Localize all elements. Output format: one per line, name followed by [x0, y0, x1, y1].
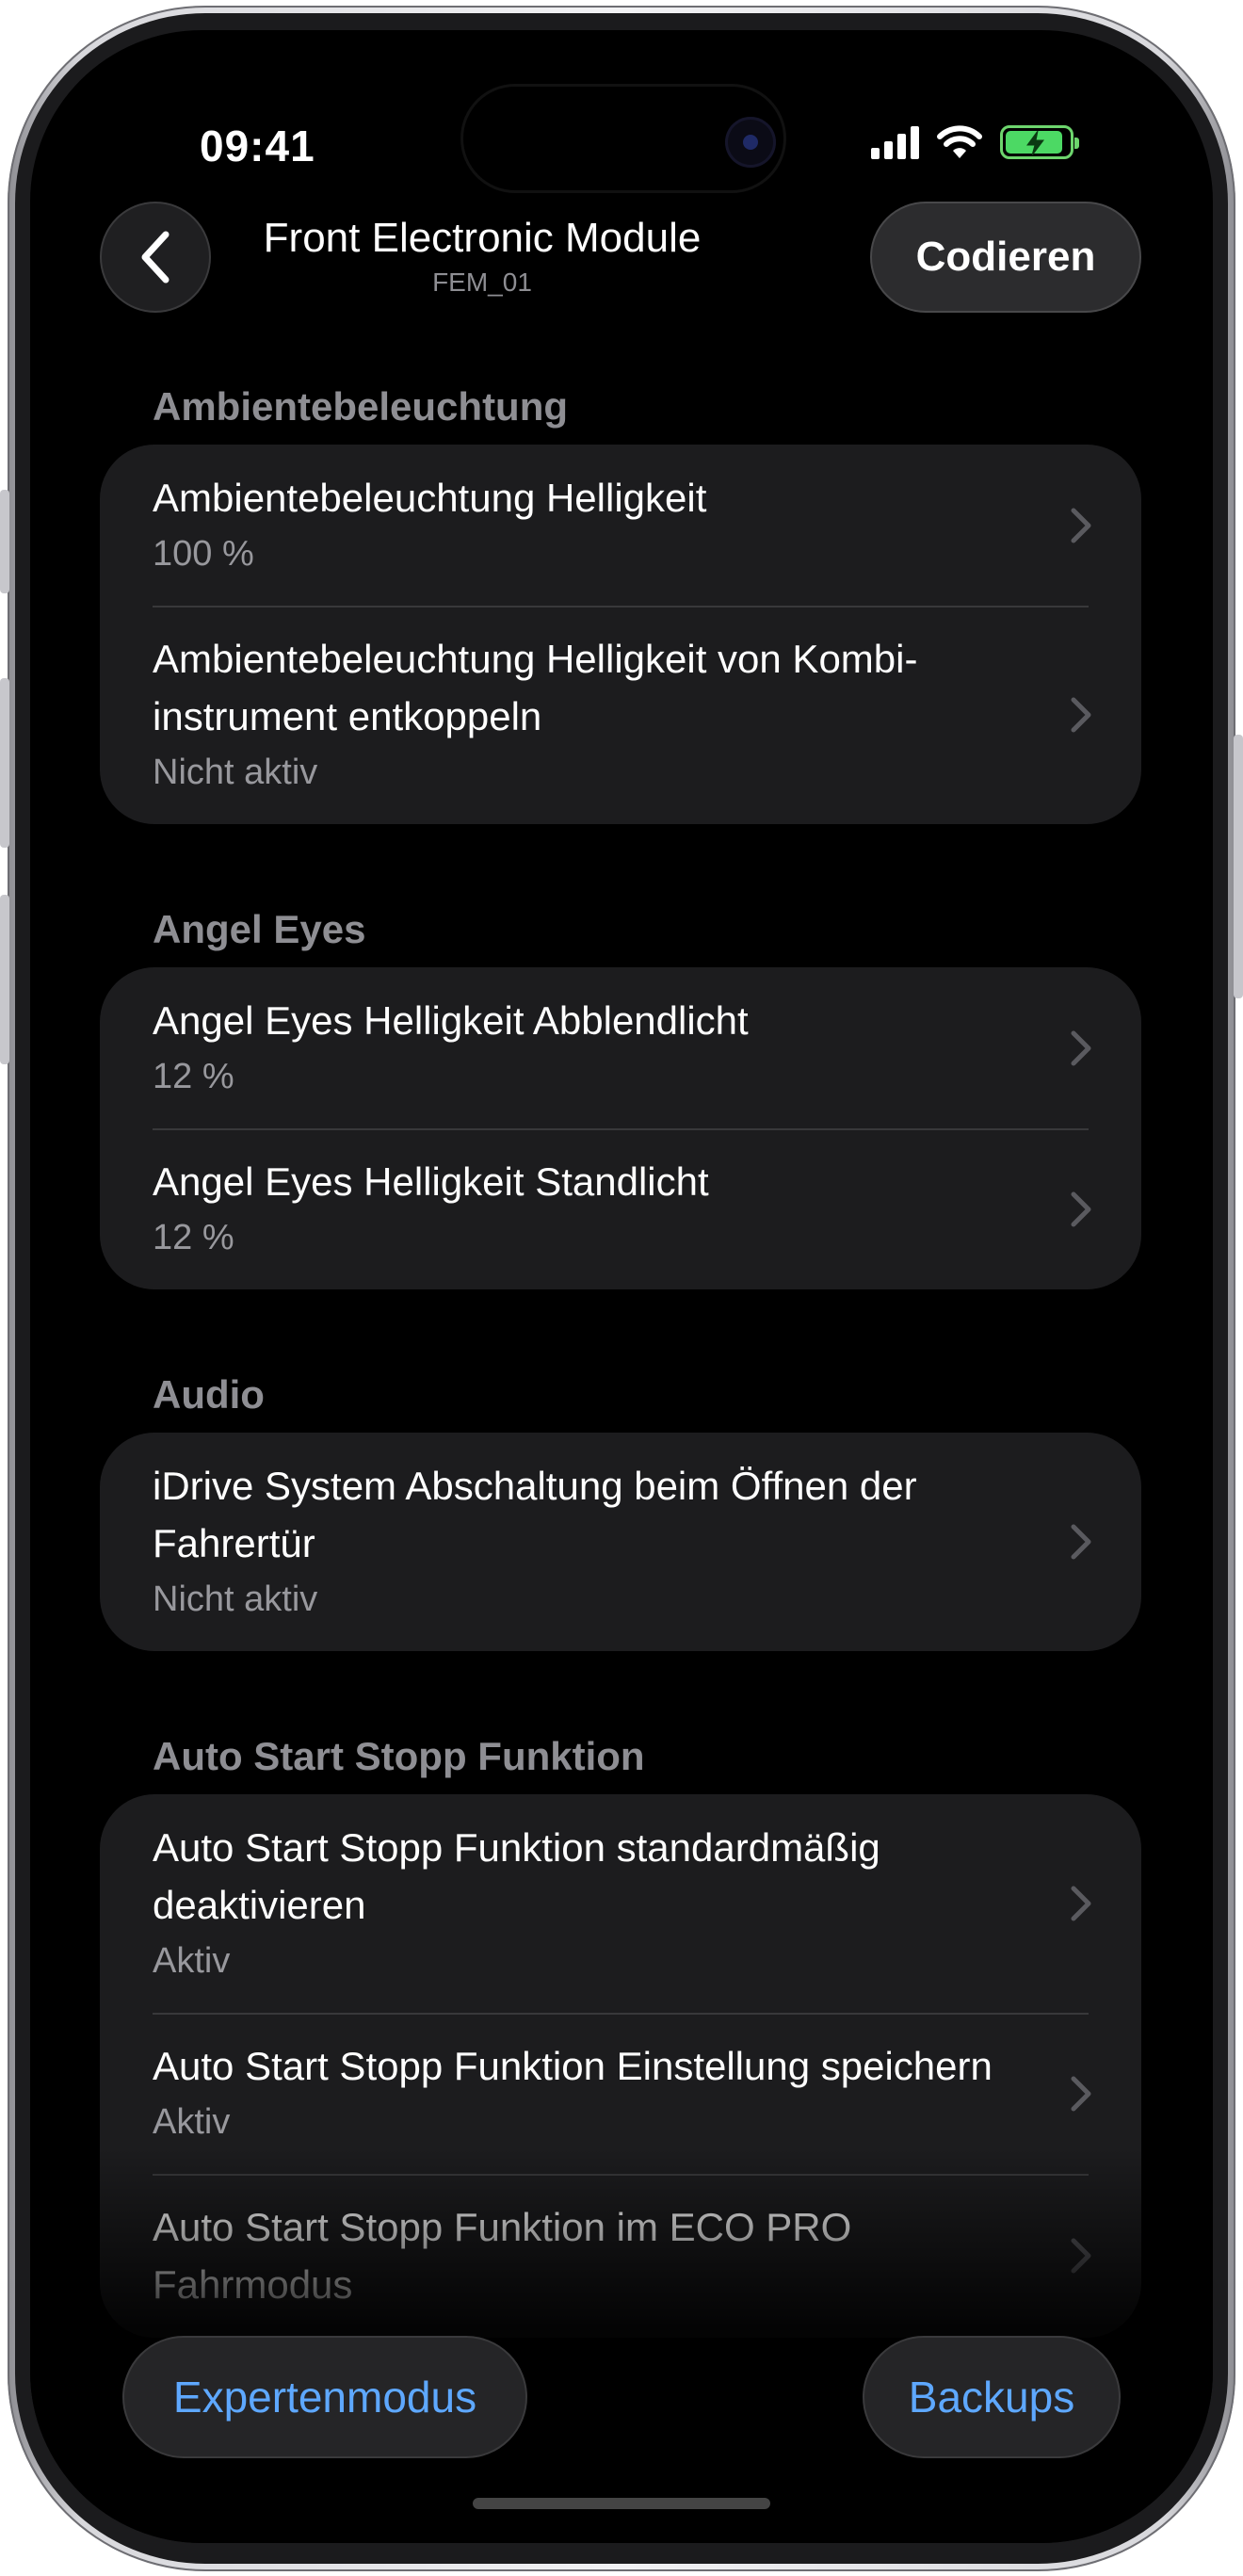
- setting-value: 12 %: [153, 1218, 234, 1257]
- page-subtitle: FEM_01: [432, 267, 532, 297]
- action-button: [0, 490, 9, 593]
- chevron-right-icon: [1071, 1030, 1091, 1065]
- section-header: Auto Start Stopp Funktion: [153, 1734, 645, 1778]
- chevron-right-icon: [1071, 508, 1091, 543]
- setting-row[interactable]: Angel Eyes Helligkeit Abblendlicht 12 %: [100, 967, 1141, 1128]
- chevron-right-icon: [1071, 1524, 1091, 1560]
- setting-value: Aktiv: [153, 2102, 231, 2142]
- cellular-signal-icon: [871, 125, 919, 159]
- settings-group: iDrive System Abschaltung beim Öffnen de…: [100, 1433, 1141, 1651]
- setting-row[interactable]: Ambientebeleuchtung Helligkeit von Kombi…: [100, 606, 1141, 824]
- setting-title: Auto Start Stopp Funktion standardmäßig …: [153, 1825, 880, 1927]
- chevron-right-icon: [1071, 1886, 1091, 1921]
- setting-row[interactable]: Auto Start Stopp Funktion standardmäßig …: [100, 1794, 1141, 2013]
- settings-group: Ambientebeleuchtung Helligkeit 100 % Ambie…: [100, 445, 1141, 824]
- codieren-button[interactable]: Codieren: [870, 202, 1141, 313]
- setting-title: iDrive System Abschaltung beim Öffnen de…: [153, 1464, 917, 1565]
- status-icons: [871, 124, 1079, 160]
- setting-value: Nicht aktiv: [153, 1580, 318, 1619]
- setting-row[interactable]: Ambientebeleuchtung Helligkeit 100 %: [100, 445, 1141, 606]
- setting-value: 100 %: [153, 534, 254, 574]
- page-title: Front Electronic Module: [263, 215, 702, 261]
- section-header: Angel Eyes: [153, 907, 366, 951]
- home-indicator: [473, 2498, 770, 2509]
- setting-value: 12 %: [153, 1057, 234, 1096]
- wifi-icon: [937, 125, 982, 158]
- screen: 09:41 Front Electronic Module FEM_01 Cod…: [30, 30, 1213, 2543]
- status-time: 09:41: [200, 122, 315, 170]
- setting-title: Auto Start Stopp Funktion Einstellung sp…: [153, 2044, 993, 2088]
- setting-title: Ambientebeleuchtung Helligkeit von Kombi…: [153, 637, 918, 738]
- setting-title: Ambientebeleuchtung Helligkeit: [153, 476, 707, 520]
- setting-row[interactable]: iDrive System Abschaltung beim Öffnen de…: [100, 1433, 1141, 1651]
- section-header: Audio: [153, 1372, 265, 1417]
- chevron-right-icon: [1071, 697, 1091, 733]
- volume-down-button: [0, 895, 9, 1064]
- settings-list: Ambientebeleuchtung Ambientebeleuchtung H…: [100, 369, 1141, 2406]
- chevron-left-icon: [141, 231, 170, 284]
- setting-value: Nicht aktiv: [153, 753, 318, 792]
- setting-value: Aktiv: [153, 1941, 231, 1981]
- backups-button[interactable]: Backups: [863, 2336, 1121, 2458]
- setting-row[interactable]: Angel Eyes Helligkeit Standlicht 12 %: [100, 1128, 1141, 1289]
- battery-charging-icon: [1000, 125, 1079, 159]
- volume-up-button: [0, 678, 9, 848]
- settings-group: Angel Eyes Helligkeit Abblendlicht 12 % An…: [100, 967, 1141, 1289]
- chevron-right-icon: [1071, 1191, 1091, 1226]
- setting-title: Angel Eyes Helligkeit Standlicht: [153, 1159, 709, 1204]
- back-button[interactable]: [100, 202, 211, 313]
- section-header: Ambientebeleuchtung: [153, 384, 569, 429]
- power-button: [1234, 735, 1243, 998]
- setting-title: Angel Eyes Helligkeit Abblendlicht: [153, 998, 749, 1043]
- expertenmodus-button[interactable]: Expertenmodus: [122, 2336, 527, 2458]
- chevron-right-icon: [1071, 2076, 1091, 2111]
- front-camera: [725, 117, 776, 168]
